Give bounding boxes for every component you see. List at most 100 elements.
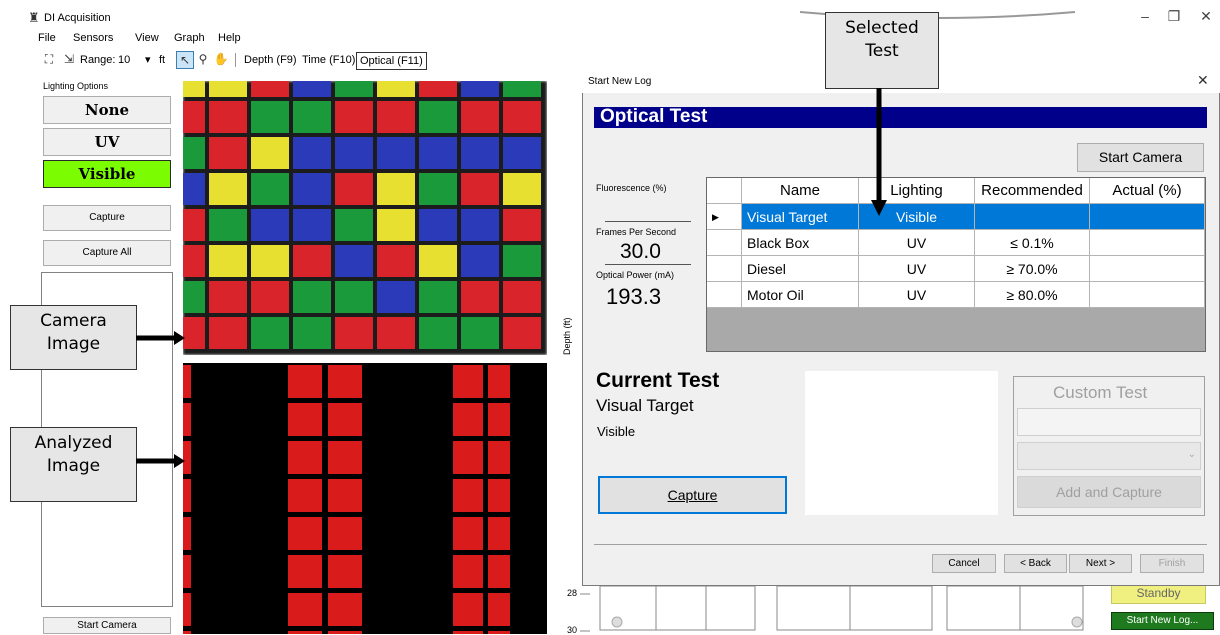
column-header-name[interactable]: Name bbox=[742, 178, 859, 204]
analyzed-tile bbox=[183, 555, 191, 588]
current-test-lighting: Visible bbox=[597, 424, 636, 439]
analyzed-tile bbox=[453, 403, 483, 436]
capture-all-button[interactable]: Capture All bbox=[43, 240, 171, 266]
range-dropdown-icon[interactable]: ▾ bbox=[145, 52, 151, 68]
camera-tile bbox=[461, 173, 499, 205]
pointer-icon[interactable]: ↖ bbox=[176, 51, 194, 69]
dialog-close-button[interactable]: ✕ bbox=[1197, 72, 1209, 89]
camera-tile bbox=[335, 81, 373, 97]
camera-tile bbox=[209, 281, 247, 313]
camera-image-callout: Camera Image bbox=[10, 305, 137, 370]
table-cell-name[interactable]: Diesel bbox=[742, 256, 859, 282]
range-unit: ft bbox=[159, 54, 166, 66]
minimize-button[interactable]: – bbox=[1131, 8, 1159, 26]
lighting-visible-button[interactable]: Visible bbox=[43, 160, 171, 188]
analyzed-arrow bbox=[136, 454, 185, 468]
app-icon: ♜ bbox=[28, 10, 40, 25]
table-cell-lighting[interactable]: UV bbox=[859, 256, 975, 282]
camera-tile bbox=[293, 173, 331, 205]
analyzed-tile bbox=[183, 365, 191, 398]
row-header[interactable] bbox=[707, 282, 742, 308]
table-cell-actual[interactable] bbox=[1090, 230, 1205, 256]
depth-tick-28: 28 bbox=[567, 588, 578, 598]
camera-tile bbox=[251, 137, 289, 169]
table-cell-recommended[interactable] bbox=[975, 204, 1090, 230]
analyzed-tile bbox=[453, 517, 483, 550]
selected-test-callout-text: Selected Test bbox=[845, 18, 919, 61]
menu-help[interactable]: Help bbox=[218, 32, 241, 44]
table-cell-recommended[interactable]: ≥ 70.0% bbox=[975, 256, 1090, 282]
custom-test-lighting-select[interactable]: ⌄ bbox=[1017, 442, 1201, 470]
camera-tile bbox=[461, 81, 499, 97]
camera-tile bbox=[419, 317, 457, 349]
tests-table[interactable]: Name Lighting Recommended Actual (%) ▶ V… bbox=[706, 177, 1206, 352]
dialog-capture-button[interactable]: Capture bbox=[598, 476, 787, 514]
analyzed-tile bbox=[328, 479, 362, 512]
zoom-range-icon[interactable]: ⇲ bbox=[61, 51, 77, 67]
menu-view[interactable]: View bbox=[135, 32, 159, 44]
camera-tile bbox=[419, 81, 457, 97]
range-value[interactable]: 10 bbox=[118, 52, 130, 68]
capture-button[interactable]: Capture bbox=[43, 205, 171, 231]
camera-tile bbox=[377, 245, 415, 277]
window-title: DI Acquisition bbox=[44, 12, 111, 24]
camera-tile bbox=[251, 81, 289, 97]
table-cell-actual[interactable] bbox=[1090, 282, 1205, 308]
lighting-none-button[interactable]: None bbox=[43, 96, 171, 124]
row-header[interactable] bbox=[707, 256, 742, 282]
finish-button[interactable]: Finish bbox=[1140, 554, 1204, 573]
menu-sensors[interactable]: Sensors bbox=[73, 32, 113, 44]
start-new-log-button[interactable]: Start New Log... bbox=[1111, 612, 1214, 630]
camera-tile bbox=[251, 245, 289, 277]
table-cell-recommended[interactable]: ≤ 0.1% bbox=[975, 230, 1090, 256]
optical-power-value: 193.3 bbox=[606, 284, 662, 309]
table-cell-name[interactable]: Motor Oil bbox=[742, 282, 859, 308]
camera-tile bbox=[251, 317, 289, 349]
start-camera-button[interactable]: Start Camera bbox=[43, 617, 171, 634]
camera-tile bbox=[183, 101, 205, 133]
table-cell-recommended[interactable]: ≥ 80.0% bbox=[975, 282, 1090, 308]
dialog-start-camera-button[interactable]: Start Camera bbox=[1077, 143, 1204, 172]
magnifier-icon[interactable]: ⚲ bbox=[195, 51, 211, 67]
fps-value-line bbox=[605, 264, 691, 265]
camera-tile bbox=[503, 281, 541, 313]
close-button[interactable]: ✕ bbox=[1192, 8, 1220, 26]
camera-arrow bbox=[136, 331, 185, 345]
camera-tile bbox=[419, 281, 457, 313]
custom-test-name-input[interactable] bbox=[1017, 408, 1201, 436]
menu-file[interactable]: File bbox=[38, 32, 56, 44]
add-and-capture-button[interactable]: Add and Capture bbox=[1017, 476, 1201, 508]
hand-icon[interactable]: ✋ bbox=[213, 51, 229, 67]
camera-tile bbox=[209, 81, 247, 97]
column-header-actual[interactable]: Actual (%) bbox=[1090, 178, 1205, 204]
table-cell-name[interactable]: Visual Target bbox=[742, 204, 859, 230]
camera-tile bbox=[377, 317, 415, 349]
next-button[interactable]: Next > bbox=[1069, 554, 1132, 573]
lighting-uv-button[interactable]: UV bbox=[43, 128, 171, 156]
fit-icon[interactable]: ⛶ bbox=[41, 51, 57, 67]
table-cell-actual[interactable] bbox=[1090, 256, 1205, 282]
analyzed-tile bbox=[328, 517, 362, 550]
column-header-recommended[interactable]: Recommended bbox=[975, 178, 1090, 204]
tab-optical[interactable]: Optical (F11) bbox=[356, 52, 427, 70]
camera-tile bbox=[251, 281, 289, 313]
tab-time[interactable]: Time (F10) bbox=[302, 52, 355, 68]
table-cell-name[interactable]: Black Box bbox=[742, 230, 859, 256]
camera-tile bbox=[183, 281, 205, 313]
table-cell-lighting[interactable]: UV bbox=[859, 282, 975, 308]
tab-depth[interactable]: Depth (F9) bbox=[244, 52, 297, 68]
cancel-button[interactable]: Cancel bbox=[932, 554, 996, 573]
analyzed-pattern bbox=[183, 365, 510, 634]
table-cell-actual[interactable] bbox=[1090, 204, 1205, 230]
fluorescence-value-line bbox=[605, 221, 691, 222]
analyzed-tile bbox=[488, 593, 510, 626]
selected-test-callout: Selected Test bbox=[825, 12, 939, 89]
table-cell-lighting[interactable]: UV bbox=[859, 230, 975, 256]
restore-button[interactable]: ❐ bbox=[1160, 8, 1188, 26]
fps-value: 30.0 bbox=[620, 240, 661, 263]
back-button[interactable]: < Back bbox=[1004, 554, 1067, 573]
camera-tile bbox=[293, 81, 331, 97]
menu-graph[interactable]: Graph bbox=[174, 32, 205, 44]
row-header[interactable] bbox=[707, 230, 742, 256]
camera-tile bbox=[293, 137, 331, 169]
